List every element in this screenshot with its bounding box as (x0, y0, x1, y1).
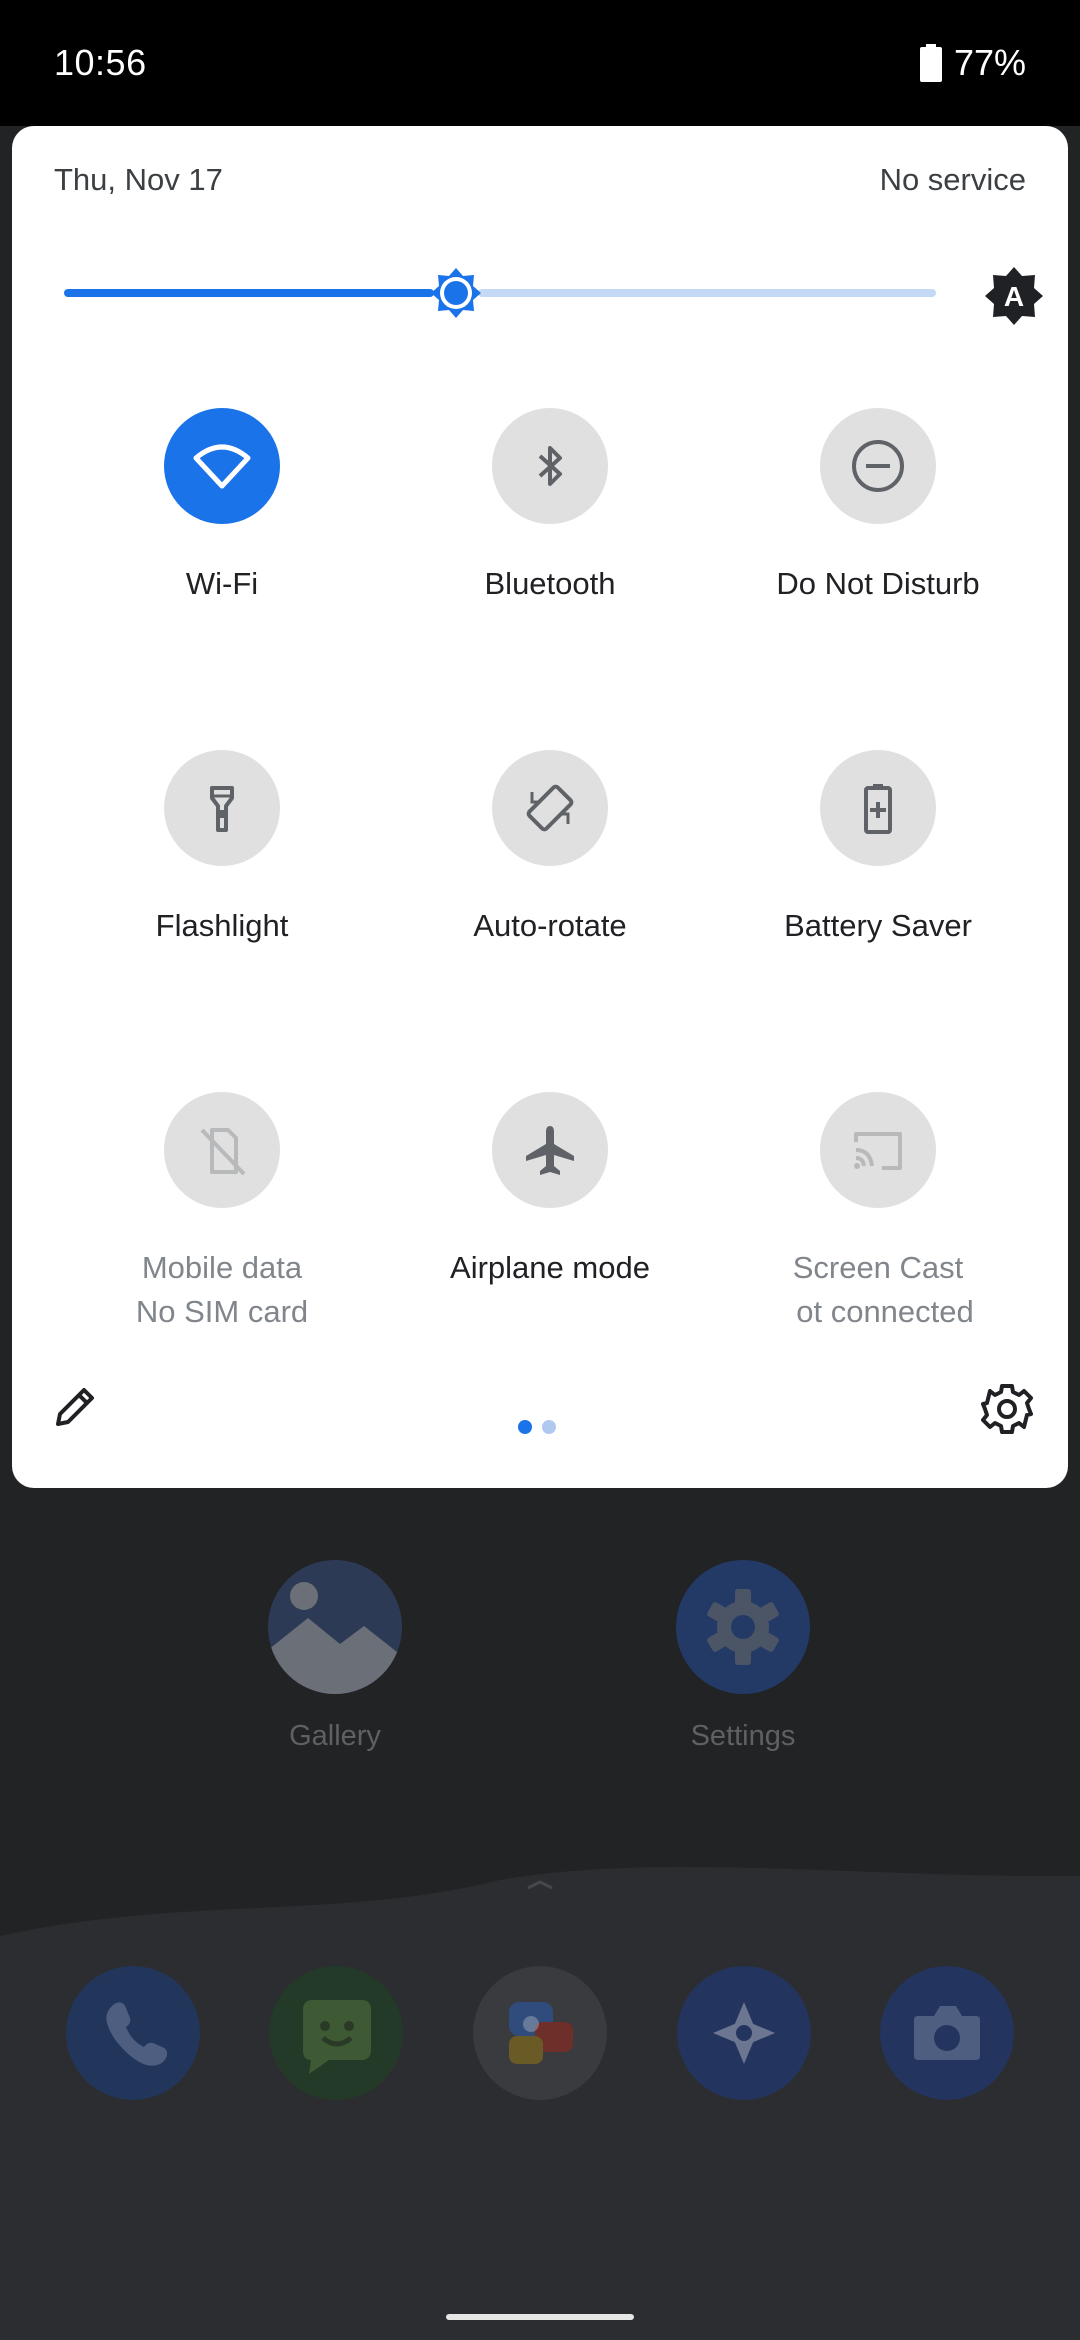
phone-screen: Gallery Settings 10:56 77% Thu, Nov 17 N… (0, 0, 1080, 2340)
tile-sublabel: No SIM card (135, 1294, 309, 1329)
auto-rotate-icon (526, 784, 574, 832)
do-not-disturb-icon (852, 440, 904, 492)
tile-label: Screen Cast (792, 1250, 964, 1285)
flashlight-tile-button[interactable] (164, 750, 280, 866)
tile-label: Flashlight (155, 908, 289, 943)
svg-text:A: A (1004, 281, 1024, 312)
bluetooth-tile-button[interactable] (492, 408, 608, 524)
mobile-data-tile-button[interactable] (164, 1092, 280, 1208)
page-indicator (518, 1420, 556, 1434)
brightness-fill (64, 289, 435, 297)
camera-app[interactable] (880, 1966, 1014, 2100)
airplane-tile-button[interactable] (492, 1092, 608, 1208)
brightness-slider[interactable] (64, 289, 936, 297)
auto-rotate-tile-button[interactable] (492, 750, 608, 866)
battery-saver-icon (864, 784, 892, 834)
brightness-rest (478, 289, 936, 297)
auto-brightness-icon[interactable]: A (984, 266, 1044, 326)
tile-label: Bluetooth (484, 566, 616, 601)
maps-icon (677, 1966, 811, 2100)
status-time: 10:56 (54, 42, 147, 83)
tile-airplane-mode[interactable]: Airplane mode (400, 1092, 700, 1290)
home-indicator[interactable] (446, 2314, 634, 2320)
gear-icon (981, 1384, 1033, 1434)
tile-flashlight[interactable]: Flashlight (72, 750, 372, 948)
tile-screen-cast[interactable]: Screen Cast ot connected (728, 1092, 1028, 1334)
brightness-thumb[interactable] (430, 267, 482, 319)
tile-label: Battery Saver (784, 908, 972, 943)
screen-cast-tile-button[interactable] (820, 1092, 936, 1208)
tile-label: Mobile data (141, 1250, 303, 1285)
battery-icon (919, 44, 942, 82)
tile-do-not-disturb[interactable]: Do Not Disturb (728, 408, 1028, 606)
flashlight-icon (210, 786, 234, 832)
maps-app[interactable] (677, 1966, 811, 2100)
page-dot[interactable] (518, 1420, 532, 1434)
battery-percent: 77% (953, 42, 1026, 83)
dock-background (0, 1866, 1080, 2340)
messages-app[interactable] (269, 1966, 403, 2100)
settings-app-icon (676, 1560, 810, 1694)
pencil-icon (56, 1388, 94, 1426)
qs-date[interactable]: Thu, Nov 17 (54, 162, 223, 198)
bluetooth-icon (538, 446, 562, 486)
settings-app-label: Settings (690, 1720, 796, 1752)
page-dot[interactable] (542, 1420, 556, 1434)
mobile-data-off-icon (200, 1128, 246, 1176)
status-bar: 10:56 77% (0, 0, 1080, 126)
edit-button[interactable] (50, 1382, 100, 1432)
assistant-icon (473, 1966, 607, 2100)
tile-label: Airplane mode (450, 1250, 650, 1285)
phone-icon (66, 1966, 200, 2100)
assistant-app[interactable] (473, 1966, 607, 2100)
wifi-tile-button[interactable] (164, 408, 280, 524)
tile-bluetooth[interactable]: Bluetooth (400, 408, 700, 606)
camera-icon (880, 1966, 1014, 2100)
airplane-icon (526, 1126, 574, 1175)
messages-icon (269, 1966, 403, 2100)
tile-mobile-data[interactable]: Mobile data No SIM card (72, 1092, 372, 1334)
status-right: 77% (919, 42, 1026, 84)
quick-settings-panel: Thu, Nov 17 No service A Wi-Fi Bluetooth… (12, 126, 1068, 1488)
settings-button[interactable] (980, 1382, 1034, 1436)
gallery-icon (268, 1560, 402, 1694)
tile-label: Wi-Fi (185, 566, 259, 601)
cast-icon (854, 1132, 902, 1170)
tile-label: Do Not Disturb (776, 566, 980, 601)
tile-battery-saver[interactable]: Battery Saver (728, 750, 1028, 948)
tile-sublabel: ot connected (796, 1294, 974, 1329)
battery-saver-tile-button[interactable] (820, 750, 936, 866)
dnd-tile-button[interactable] (820, 408, 936, 524)
settings-app[interactable]: Settings (643, 1560, 843, 1753)
tile-auto-rotate[interactable]: Auto-rotate (400, 750, 700, 948)
gallery-app[interactable]: Gallery (235, 1560, 435, 1753)
wifi-icon (193, 444, 251, 489)
qs-carrier: No service (879, 162, 1026, 197)
gallery-label: Gallery (289, 1720, 381, 1752)
tile-label: Auto-rotate (473, 908, 627, 943)
tile-wifi[interactable]: Wi-Fi (72, 408, 372, 606)
phone-app[interactable] (66, 1966, 200, 2100)
